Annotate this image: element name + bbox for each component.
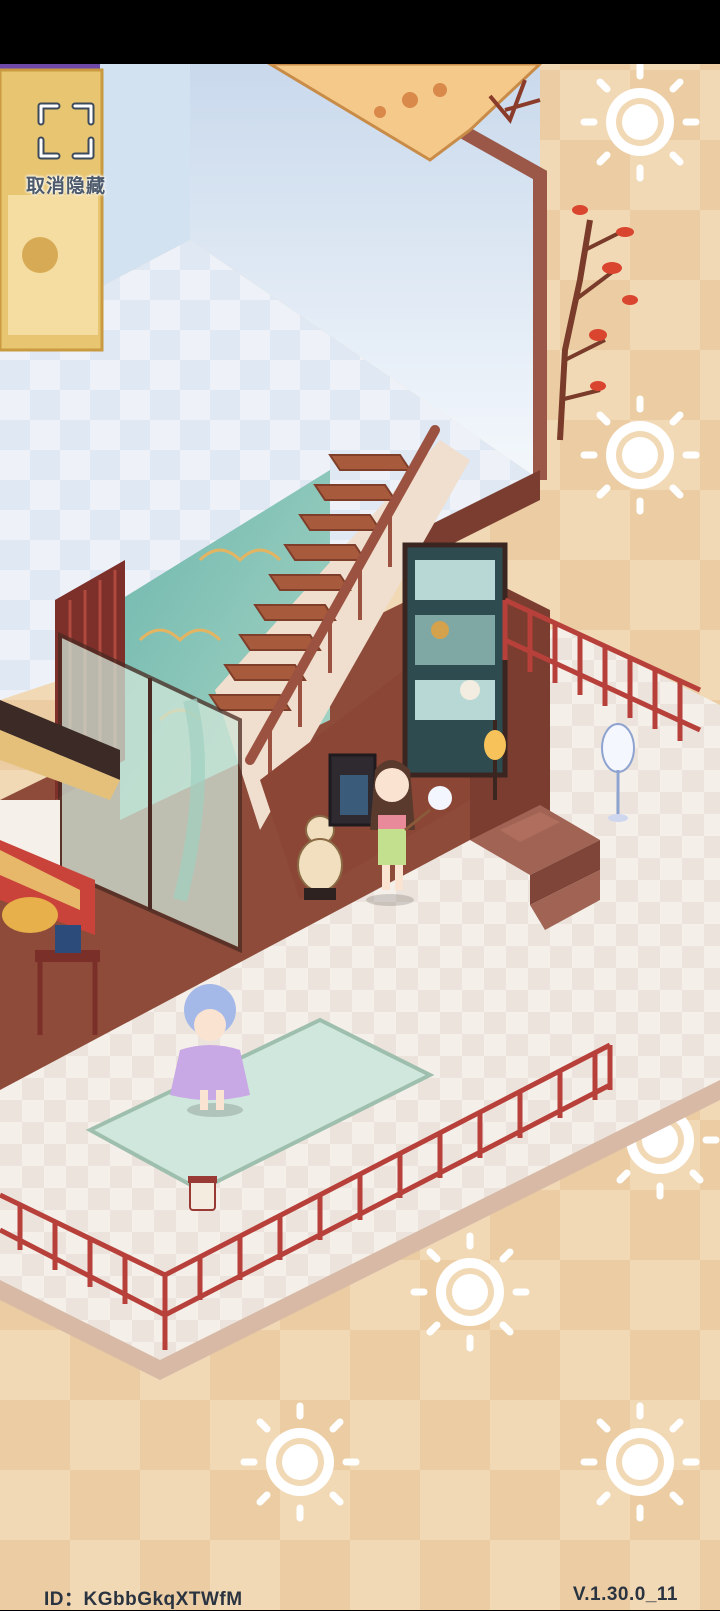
armchair[interactable] <box>328 753 377 827</box>
player-id: ID：KGbbGkqXTWfM <box>44 1589 243 1610</box>
unhide-button[interactable]: 取消隐藏 <box>14 100 118 197</box>
game-scene[interactable] <box>0 64 720 1610</box>
version-label: V.1.30.0_11 <box>572 1584 678 1605</box>
expand-corners-icon <box>35 100 97 167</box>
status-bar <box>0 0 720 64</box>
small-jar[interactable] <box>188 1176 217 1211</box>
unhide-label: 取消隐藏 <box>25 176 106 197</box>
